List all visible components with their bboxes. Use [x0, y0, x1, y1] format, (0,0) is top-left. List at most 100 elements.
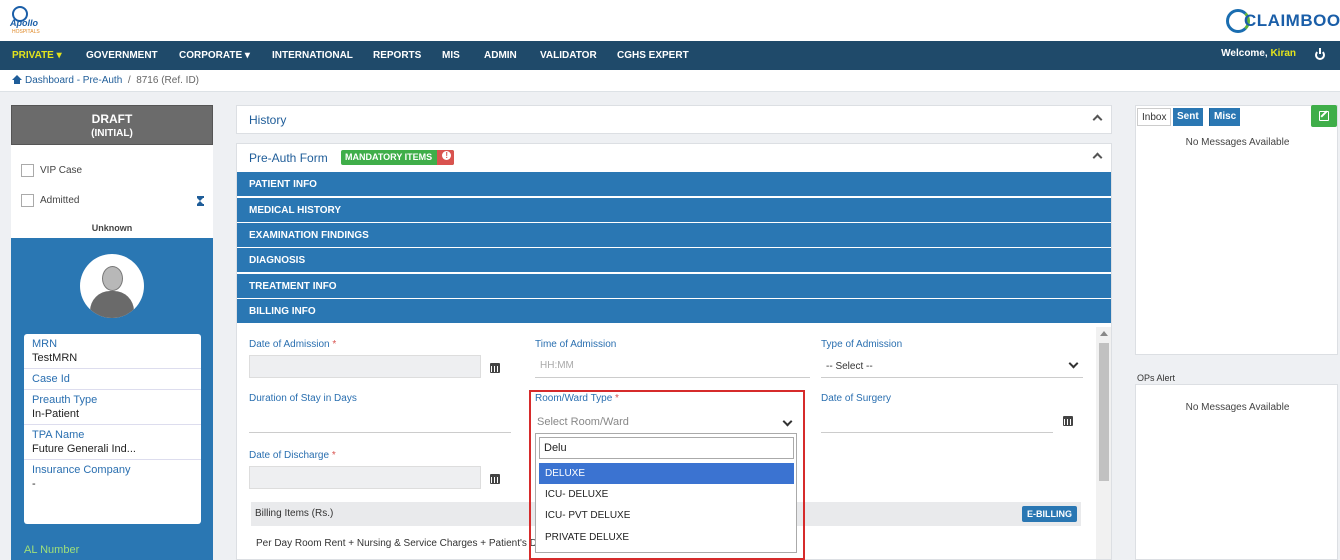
date-of-discharge-input[interactable] — [249, 466, 481, 489]
info-label: Case Id — [32, 373, 70, 385]
date-of-admission-input[interactable] — [249, 355, 481, 378]
date-of-discharge-label: Date of Discharge * — [249, 450, 336, 461]
apollo-logo-text: Apollo — [10, 18, 38, 28]
admitted-checkbox[interactable] — [21, 194, 34, 207]
date-of-surgery-input[interactable] — [821, 410, 1053, 433]
info-value: In-Patient — [32, 408, 80, 420]
form-scrollbar[interactable] — [1096, 327, 1111, 559]
user-name[interactable]: Kiran — [1270, 48, 1296, 59]
case-summary-panel: DRAFT (INITIAL) VIP Case Admitted Unknow… — [11, 105, 213, 560]
apollo-logo-subtext: HOSPITALS — [12, 29, 40, 35]
scrollbar-thumb[interactable] — [1099, 343, 1109, 481]
main-navbar: PRIVATE ▾ GOVERNMENT CORPORATE ▾ INTERNA… — [0, 41, 1340, 70]
vip-case-row[interactable]: VIP Case — [21, 164, 82, 177]
info-label: TPA Name — [32, 429, 85, 441]
tab-inbox[interactable]: Inbox — [1137, 108, 1172, 126]
info-item-case-id: Case Id — [24, 369, 201, 390]
vip-case-checkbox[interactable] — [21, 164, 34, 177]
nav-private[interactable]: PRIVATE ▾ — [12, 50, 62, 61]
avatar-body-icon — [90, 291, 134, 318]
billing-items-label: Billing Items (Rs.) — [255, 508, 334, 519]
time-of-admission-input[interactable]: HH:MM — [535, 355, 810, 378]
chevron-up-icon[interactable] — [1092, 152, 1103, 163]
nav-cghs-expert[interactable]: CGHS EXPERT — [617, 50, 689, 61]
nav-admin[interactable]: ADMIN — [484, 50, 517, 61]
history-panel[interactable]: History — [236, 105, 1112, 134]
welcome-label: Welcome, — [1221, 48, 1268, 59]
compose-message-button[interactable] — [1311, 105, 1337, 127]
section-examination-findings[interactable]: EXAMINATION FINDINGS — [237, 223, 1111, 247]
case-status-sub: (INITIAL) — [91, 128, 133, 139]
welcome-text: Welcome, Kiran — [1221, 48, 1296, 59]
tab-misc[interactable]: Misc — [1209, 108, 1241, 126]
info-label: Insurance Company — [32, 464, 131, 476]
required-mark: * — [332, 339, 337, 350]
info-label: Preauth Type — [32, 394, 98, 406]
case-status-box: DRAFT (INITIAL) — [11, 105, 213, 145]
patient-gender-label: Unknown — [91, 223, 133, 233]
nav-mis[interactable]: MIS — [442, 50, 460, 61]
info-value: Future Generali Ind... — [32, 443, 136, 455]
mandatory-items-badge[interactable]: MANDATORY ITEMS — [341, 150, 455, 165]
breadcrumb-separator: / — [127, 75, 131, 86]
type-of-admission-value: -- Select -- — [826, 361, 873, 372]
highlight-box — [529, 390, 805, 560]
date-of-discharge-label-text: Date of Discharge — [249, 450, 330, 461]
billing-row-room-rent: Per Day Room Rent + Nursing & Service Ch… — [256, 538, 537, 549]
info-item-tpa-name: TPA Name Future Generali Ind... — [24, 425, 201, 460]
patient-card: MRN TestMRN Case Id Preauth Type In-Pati… — [11, 238, 213, 560]
tab-sent[interactable]: Sent — [1173, 108, 1203, 126]
inbox-empty-message: No Messages Available — [1185, 137, 1290, 148]
nav-validator[interactable]: VALIDATOR — [540, 50, 597, 61]
breadcrumb-home-label: Dashboard - Pre-Auth — [25, 75, 123, 86]
info-item-insurance-company: Insurance Company - — [24, 460, 201, 494]
info-value: - — [32, 478, 36, 490]
power-icon[interactable] — [1315, 48, 1325, 60]
scroll-up-icon[interactable] — [1100, 331, 1108, 336]
type-of-admission-select[interactable]: -- Select -- — [821, 355, 1083, 378]
calendar-icon[interactable] — [490, 363, 500, 373]
top-header: Apollo HOSPITALS CLAIMBOOK — [0, 0, 1340, 41]
breadcrumb-ref: 8716 (Ref. ID) — [136, 75, 199, 86]
breadcrumb: Dashboard - Pre-Auth / 8716 (Ref. ID) — [12, 75, 199, 86]
breadcrumb-home-link[interactable]: Dashboard - Pre-Auth — [12, 75, 122, 86]
breadcrumb-bar: Dashboard - Pre-Auth / 8716 (Ref. ID) — [0, 70, 1340, 92]
nav-reports[interactable]: REPORTS — [373, 50, 421, 61]
calendar-icon[interactable] — [490, 474, 500, 484]
nav-corporate[interactable]: CORPORATE ▾ — [179, 50, 250, 61]
section-patient-info[interactable]: PATIENT INFO — [237, 172, 1111, 196]
nav-government[interactable]: GOVERNMENT — [86, 50, 158, 61]
duration-of-stay-label: Duration of Stay in Days — [249, 393, 357, 404]
messages-panel: Inbox Sent Misc No Messages Available — [1135, 105, 1338, 355]
required-mark: * — [331, 450, 336, 461]
duration-of-stay-input[interactable] — [249, 410, 511, 433]
section-treatment-info[interactable]: TREATMENT INFO — [237, 274, 1111, 298]
section-diagnosis[interactable]: DIAGNOSIS — [237, 248, 1111, 272]
hourglass-icon[interactable] — [197, 196, 204, 206]
ops-empty-message: No Messages Available — [1185, 402, 1290, 413]
claimbook-logo[interactable]: CLAIMBOOK — [1226, 6, 1340, 36]
info-label: MRN — [32, 338, 58, 350]
vip-case-label: VIP Case — [40, 165, 83, 177]
chevron-down-icon — [1068, 358, 1079, 369]
e-billing-button[interactable]: E-BILLING — [1022, 506, 1077, 522]
nav-international[interactable]: INTERNATIONAL — [272, 50, 353, 61]
type-of-admission-label: Type of Admission — [821, 339, 903, 350]
section-medical-history[interactable]: MEDICAL HISTORY — [237, 198, 1111, 222]
apollo-logo[interactable]: Apollo HOSPITALS — [10, 6, 50, 36]
admitted-label: Admitted — [40, 195, 80, 207]
section-billing-info[interactable]: BILLING INFO — [237, 299, 1111, 323]
claimbook-logo-text: CLAIMBOOK — [1244, 11, 1340, 30]
date-of-surgery-label: Date of Surgery — [821, 393, 892, 404]
home-icon — [12, 75, 22, 84]
mandatory-items-label: MANDATORY ITEMS — [345, 152, 433, 162]
date-of-admission-label: Date of Admission * — [249, 339, 336, 350]
admitted-row[interactable]: Admitted — [21, 194, 79, 207]
al-number-label: AL Number — [24, 544, 80, 556]
chevron-up-icon[interactable] — [1092, 114, 1103, 125]
avatar — [80, 254, 144, 318]
form-title: Pre-Auth Form — [249, 151, 328, 165]
compose-icon — [1319, 111, 1329, 121]
calendar-icon[interactable] — [1063, 416, 1073, 426]
info-item-preauth-type: Preauth Type In-Patient — [24, 390, 201, 425]
